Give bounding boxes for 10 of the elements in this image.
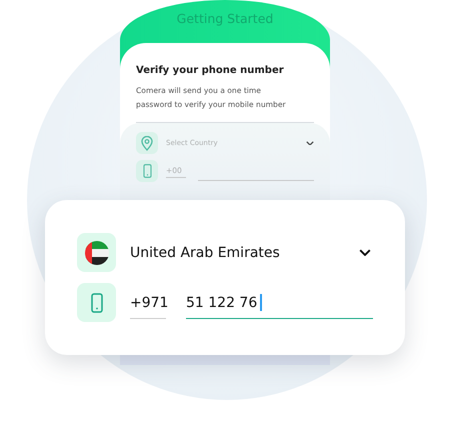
chevron-down-icon[interactable] <box>306 140 314 146</box>
phone-icon <box>90 292 102 312</box>
country-select[interactable]: United Arab Emirates <box>130 244 373 260</box>
code-field[interactable]: +971 <box>130 286 166 318</box>
chevron-down-icon[interactable] <box>359 248 371 256</box>
phone-icon <box>142 164 152 178</box>
number-field[interactable]: 51 122 76 <box>186 286 373 319</box>
flag-icon <box>84 240 108 264</box>
location-pin-icon <box>141 136 153 150</box>
section-title: Verify your phone number <box>136 65 285 76</box>
